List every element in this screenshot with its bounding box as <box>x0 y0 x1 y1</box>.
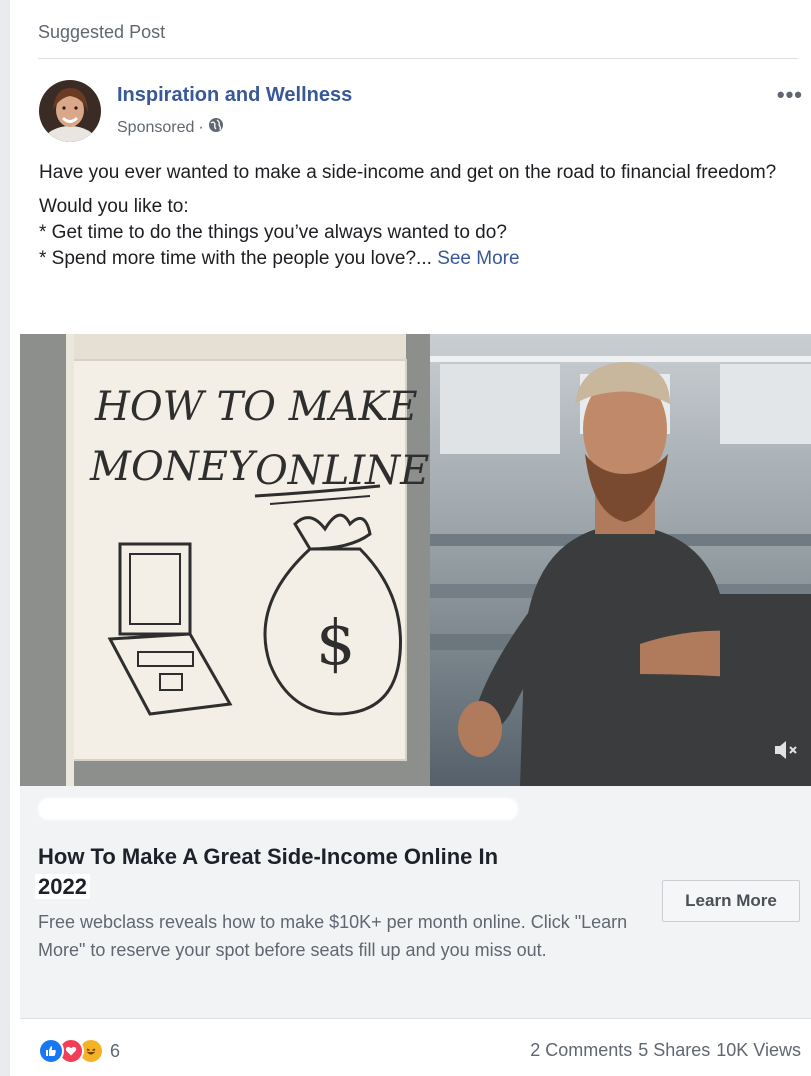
post-meta: Sponsored · <box>117 117 224 138</box>
post-text-line-4: * Spend more time with the people you lo… <box>39 248 432 269</box>
shares-count-link[interactable]: 5 Shares <box>638 1040 710 1061</box>
post-text-line: Would you like to: <box>39 196 189 217</box>
see-more-link[interactable]: See More <box>437 248 519 269</box>
post-text-line: * Spend more time with the people you lo… <box>39 246 779 272</box>
comments-count-link[interactable]: 2 Comments <box>530 1040 632 1061</box>
link-title[interactable]: How To Make A Great Side-Income Online I… <box>35 842 638 902</box>
video-player[interactable]: HOW TO MAKE MONEY ONLINE $ <box>20 334 811 786</box>
board-line-2b: ONLINE <box>255 448 429 494</box>
link-title-main: How To Make A Great Side-Income Online I… <box>38 844 499 869</box>
post-text: Have you ever wanted to make a side-inco… <box>39 160 779 272</box>
more-options-icon[interactable]: ••• <box>777 82 803 108</box>
views-count: 10K Views <box>716 1040 801 1060</box>
post-text-line: Have you ever wanted to make a side-inco… <box>39 162 777 183</box>
reactions-summary[interactable]: 6 <box>38 1038 120 1064</box>
board-line-1: HOW TO MAKE <box>94 384 418 430</box>
page-name-link[interactable]: Inspiration and Wellness <box>117 84 352 107</box>
post-card: Suggested Post Inspiration and Wellness … <box>20 0 811 1076</box>
board-line-2a: MONEY <box>89 444 258 490</box>
header-divider <box>38 58 798 59</box>
link-title-year: 2022 <box>35 874 90 899</box>
reaction-count: 6 <box>110 1040 121 1061</box>
redacted-domain <box>38 798 518 820</box>
footer-divider <box>20 1018 811 1019</box>
meta-separator: · <box>198 118 204 136</box>
globe-icon[interactable] <box>208 117 224 138</box>
like-icon <box>38 1038 64 1064</box>
link-preview[interactable]: How To Make A Great Side-Income Online I… <box>20 786 811 1018</box>
suggested-post-label: Suggested Post <box>38 22 166 42</box>
sponsored-label[interactable]: Sponsored <box>117 119 194 137</box>
learn-more-button[interactable]: Learn More <box>662 880 800 922</box>
link-description: Free webclass reveals how to make $10K+ … <box>38 912 628 960</box>
avatar[interactable] <box>39 80 101 142</box>
engagement-stats: 2 Comments 5 Shares 10K Views <box>530 1040 801 1061</box>
speaker-muted-icon[interactable] <box>773 739 799 766</box>
money-symbol: $ <box>316 606 355 679</box>
left-rail <box>0 0 10 1076</box>
post-text-line: * Get time to do the things you’ve alway… <box>39 222 507 243</box>
